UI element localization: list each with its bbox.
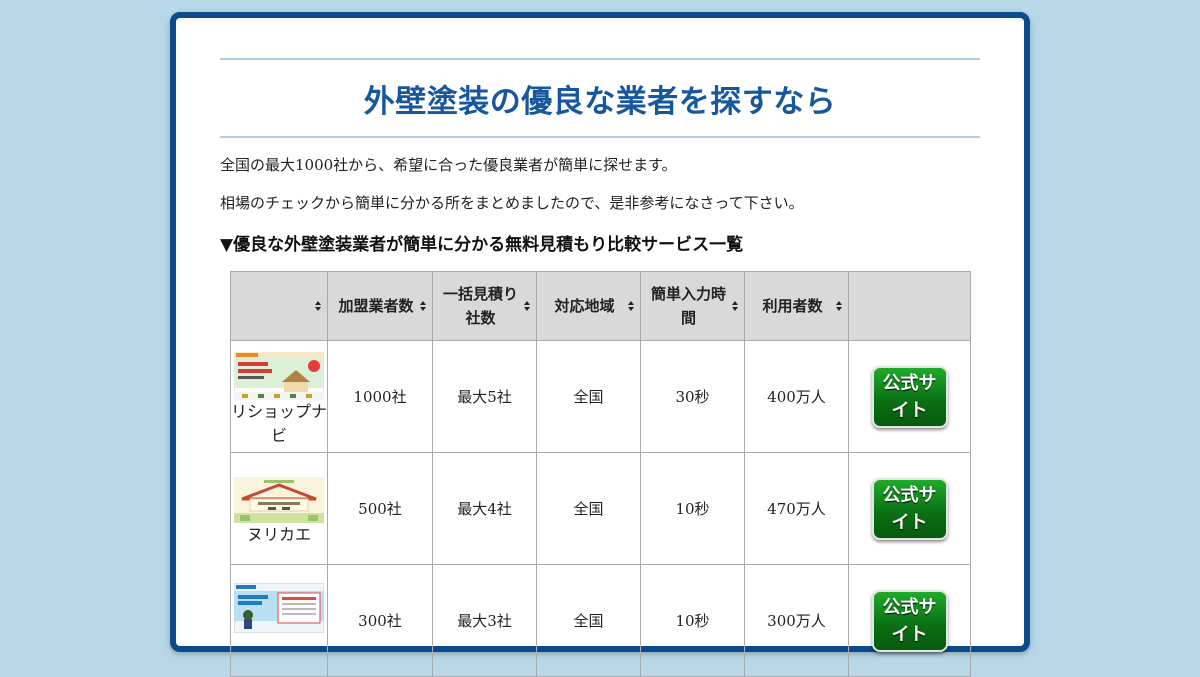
users-cell: 400万人 xyxy=(744,340,849,453)
members-cell: 1000社 xyxy=(327,340,433,453)
area-cell: 全国 xyxy=(536,564,641,677)
users-cell: 300万人 xyxy=(744,564,849,677)
service-thumbnail[interactable] xyxy=(234,583,324,633)
quotes-cell: 最大3社 xyxy=(432,564,537,677)
area-cell: 全国 xyxy=(536,340,641,453)
header-users[interactable]: 利用者数 xyxy=(744,271,849,341)
service-cell xyxy=(230,564,328,677)
official-site-button[interactable]: 公式サイト xyxy=(871,365,948,428)
official-site-button[interactable]: 公式サイト xyxy=(871,477,948,540)
content-card: 外壁塗装の優良な業者を探すなら 全国の最大1000社から、希望に合った優良業者が… xyxy=(170,12,1030,677)
intro-paragraph-2: 相場のチェックから簡単に分かる所をまとめましたので、是非参考になさって下さい。 xyxy=(220,194,804,212)
quotes-cell: 最大4社 xyxy=(432,452,537,565)
header-link xyxy=(848,271,971,341)
header-service[interactable] xyxy=(230,271,328,341)
header-area[interactable]: 対応地域 xyxy=(536,271,641,341)
link-cell: 公式サイト xyxy=(848,564,971,677)
content-inner: 外壁塗装の優良な業者を探すなら 全国の最大1000社から、希望に合った優良業者が… xyxy=(220,58,980,677)
header-members[interactable]: 加盟業者数 xyxy=(327,271,433,341)
title-banner: 外壁塗装の優良な業者を探すなら xyxy=(220,58,980,138)
section-heading: ▼優良な外壁塗装業者が簡単に分かる無料見積もり比較サービス一覧 xyxy=(220,235,744,255)
members-cell: 300社 xyxy=(327,564,433,677)
header-quotes[interactable]: 一括見積り社数 xyxy=(432,271,537,341)
link-cell: 公式サイト xyxy=(848,452,971,565)
quotes-cell: 最大5社 xyxy=(432,340,537,453)
official-site-button[interactable]: 公式サイト xyxy=(871,589,948,652)
table-row: ヌリカエ 500社 最大4社 全国 10秒 470万人 公式サイト xyxy=(230,452,971,565)
comparison-table: 加盟業者数 一括見積り社数 対応地域 簡単入力時間 利用者数 リショップナビ 1… xyxy=(230,271,971,677)
sort-icon xyxy=(628,301,635,313)
table-row: リショップナビ 1000社 最大5社 全国 30秒 400万人 公式サイト xyxy=(230,340,971,453)
sort-icon xyxy=(315,301,322,313)
service-thumbnail[interactable] xyxy=(234,351,324,400)
table-row: 300社 最大3社 全国 10秒 300万人 公式サイト xyxy=(230,564,971,677)
sort-icon xyxy=(836,301,843,313)
intro-paragraph-1: 全国の最大1000社から、希望に合った優良業者が簡単に探せます。 xyxy=(220,156,677,174)
service-cell: リショップナビ xyxy=(230,340,328,453)
time-cell: 10秒 xyxy=(640,452,745,565)
header-input-time[interactable]: 簡単入力時間 xyxy=(640,271,745,341)
link-cell: 公式サイト xyxy=(848,340,971,453)
time-cell: 30秒 xyxy=(640,340,745,453)
area-cell: 全国 xyxy=(536,452,641,565)
members-cell: 500社 xyxy=(327,452,433,565)
sort-icon xyxy=(420,301,427,313)
table-header-row: 加盟業者数 一括見積り社数 対応地域 簡単入力時間 利用者数 xyxy=(230,271,971,341)
sort-icon xyxy=(732,301,739,313)
service-cell: ヌリカエ xyxy=(230,452,328,565)
service-name: ヌリカエ xyxy=(246,524,311,544)
time-cell: 10秒 xyxy=(640,564,745,677)
users-cell: 470万人 xyxy=(744,452,849,565)
service-name: リショップナビ xyxy=(231,401,328,445)
page-title: 外壁塗装の優良な業者を探すなら xyxy=(363,83,837,120)
service-thumbnail[interactable] xyxy=(234,476,324,523)
sort-icon xyxy=(524,301,531,313)
